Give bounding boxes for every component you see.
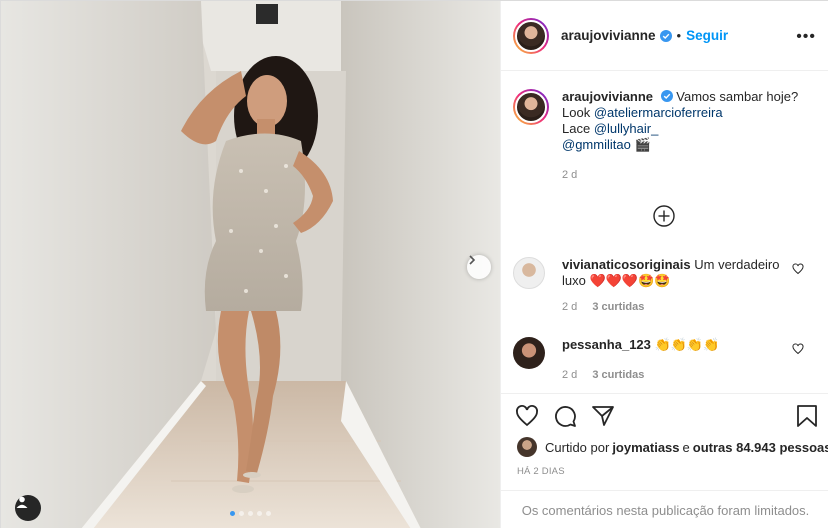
post-side-panel: araujovivianne • Seguir ••• araujovivian… [500, 1, 828, 528]
plus-circle-icon[interactable] [653, 205, 675, 227]
author-avatar[interactable] [513, 17, 549, 54]
carousel-indicator [1, 511, 500, 516]
liker-username[interactable]: joymatiass [612, 440, 679, 455]
caption-time: 2 d [562, 169, 578, 181]
comment-time: 2 d [562, 369, 578, 381]
post-date[interactable]: HÁ 2 DIAS [517, 466, 565, 477]
caption-text: Vamos sambar hoje? [676, 89, 799, 104]
mention-link[interactable]: @gmmilitao [562, 137, 631, 152]
heart-icon[interactable] [515, 404, 539, 428]
carousel-dot [248, 511, 253, 516]
more-options-icon[interactable]: ••• [796, 28, 816, 46]
carousel-dot [239, 511, 244, 516]
caption-look-prefix: Look [562, 105, 594, 120]
post-actions: Curtido por joymatiass e outras 84.943 p… [501, 393, 828, 518]
likes-middle: e [682, 439, 690, 455]
photo-illustration [1, 1, 500, 528]
comment-likes[interactable]: 3 curtidas [592, 369, 644, 381]
commenter-avatar[interactable] [513, 257, 545, 289]
comment-time: 2 d [562, 301, 578, 313]
bookmark-icon[interactable] [796, 404, 818, 428]
post-header: araujovivianne • Seguir ••• [501, 1, 828, 71]
instagram-post: araujovivianne • Seguir ••• araujovivian… [0, 0, 828, 528]
commenter-username[interactable]: vivianaticosoriginais [562, 257, 691, 272]
user-tag-icon [16, 496, 28, 508]
carousel-next-button[interactable] [467, 255, 491, 279]
caption-lace-prefix: Lace [562, 121, 594, 136]
header-separator: • [676, 28, 682, 43]
carousel-dot [257, 511, 262, 516]
post-photo[interactable] [1, 1, 500, 528]
verified-badge-icon [659, 29, 672, 42]
liker-avatar[interactable] [517, 437, 537, 457]
author-username[interactable]: araujovivianne [561, 28, 656, 43]
likes-prefix: Curtido por [545, 439, 610, 455]
verified-badge-icon [660, 90, 673, 102]
share-icon[interactable] [591, 404, 615, 428]
post-caption: araujovivianne Vamos sambar hoje? Look @… [513, 89, 812, 183]
mention-link[interactable]: @lullyhair_ [594, 121, 659, 136]
comments-section: araujovivianne Vamos sambar hoje? Look @… [501, 71, 828, 393]
chevron-right-icon [469, 255, 476, 265]
comment-icon[interactable] [553, 404, 577, 428]
carousel-dot [230, 511, 235, 516]
commenter-username[interactable]: pessanha_123 [562, 337, 651, 352]
caption-avatar[interactable] [513, 89, 549, 125]
caption-emoji: 🎬 [634, 137, 651, 152]
tagged-users-button[interactable] [15, 495, 41, 521]
follow-button[interactable]: Seguir [686, 28, 728, 43]
comment-item: pessanha_123 👏👏👏👏 2 d 3 curtidas [513, 337, 818, 383]
comment-text: 👏👏👏👏 [654, 337, 720, 352]
likes-count[interactable]: outras 84.943 pessoas [693, 440, 828, 455]
heart-icon[interactable] [792, 263, 804, 275]
commenter-avatar[interactable] [513, 337, 545, 369]
heart-icon[interactable] [792, 343, 804, 355]
comment-item: vivianaticosoriginais Um verdadeiro luxo… [513, 257, 818, 315]
comments-limited-notice: Os comentários nesta publicação foram li… [501, 490, 828, 528]
likes-summary: Curtido por joymatiass e outras 84.943 p… [517, 437, 828, 457]
mention-link[interactable]: @ateliermarcioferreira [594, 105, 723, 120]
carousel-dot [266, 511, 271, 516]
comment-likes[interactable]: 3 curtidas [592, 301, 644, 313]
caption-username[interactable]: araujovivianne [562, 89, 653, 104]
